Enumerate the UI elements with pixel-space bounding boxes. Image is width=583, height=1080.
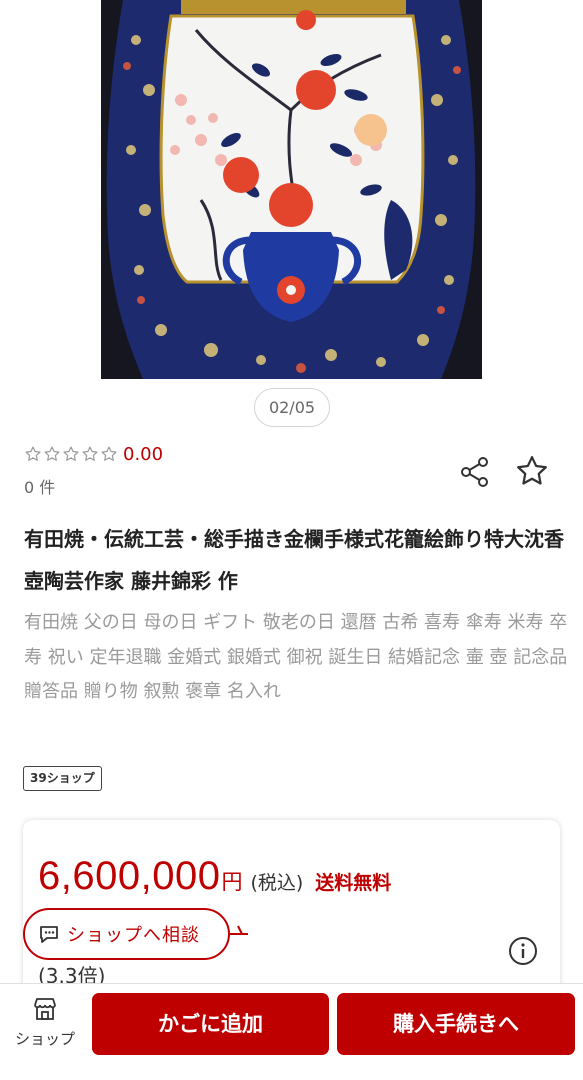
add-to-cart-button[interactable]: かごに追加 [92,993,329,1055]
share-icon[interactable] [458,455,492,489]
shop-badge: 39ショップ [23,766,102,791]
bottom-action-bar: ショップ かごに追加 購入手続きへ [0,983,583,1080]
star-outline-icon [25,446,41,461]
image-gallery[interactable]: 02/05 [0,0,583,427]
page-indicator: 02/05 [254,388,330,427]
product-title: 有田焼・伝統工芸・総手描き金欄手様式花籠絵飾り特大沈香壺陶芸作家 藤井錦彩 作 [24,527,564,593]
shipping-label: 送料無料 [315,872,392,894]
chat-bubble-icon [40,926,58,943]
vase-illustration [101,0,482,379]
consult-shop-button[interactable]: ショップへ相談 [23,908,230,960]
star-outline-icon [63,446,79,461]
price-amount: 6,600,000 [38,854,221,898]
rating-stars [24,445,118,463]
consult-label: ショップへ相談 [67,925,200,946]
storefront-icon [34,998,56,1020]
star-outline-icon [82,446,98,461]
rating-row[interactable]: 0.00 [24,441,163,467]
shop-tab-label: ショップ [14,1030,75,1048]
star-outline-icon [101,446,117,461]
bubble-tail [228,925,248,935]
review-count[interactable]: 0 件 [24,474,55,498]
product-photo[interactable] [101,0,482,379]
star-outline-icon[interactable] [514,453,550,489]
product-tags: 有田焼 父の日 母の日 ギフト 敬老の日 還暦 古希 喜寿 傘寿 米寿 卒寿 祝… [24,612,568,702]
checkout-button[interactable]: 購入手続きへ [337,993,575,1055]
price-row: 6,600,000 円 (税込) 送料無料 [38,854,391,899]
tax-label: (税込) [250,872,304,894]
shop-tab[interactable]: ショップ [6,994,84,1060]
price-unit: 円 [221,870,243,894]
rating-value: 0.00 [123,443,164,465]
star-outline-icon [44,446,60,461]
info-icon[interactable] [507,935,539,967]
